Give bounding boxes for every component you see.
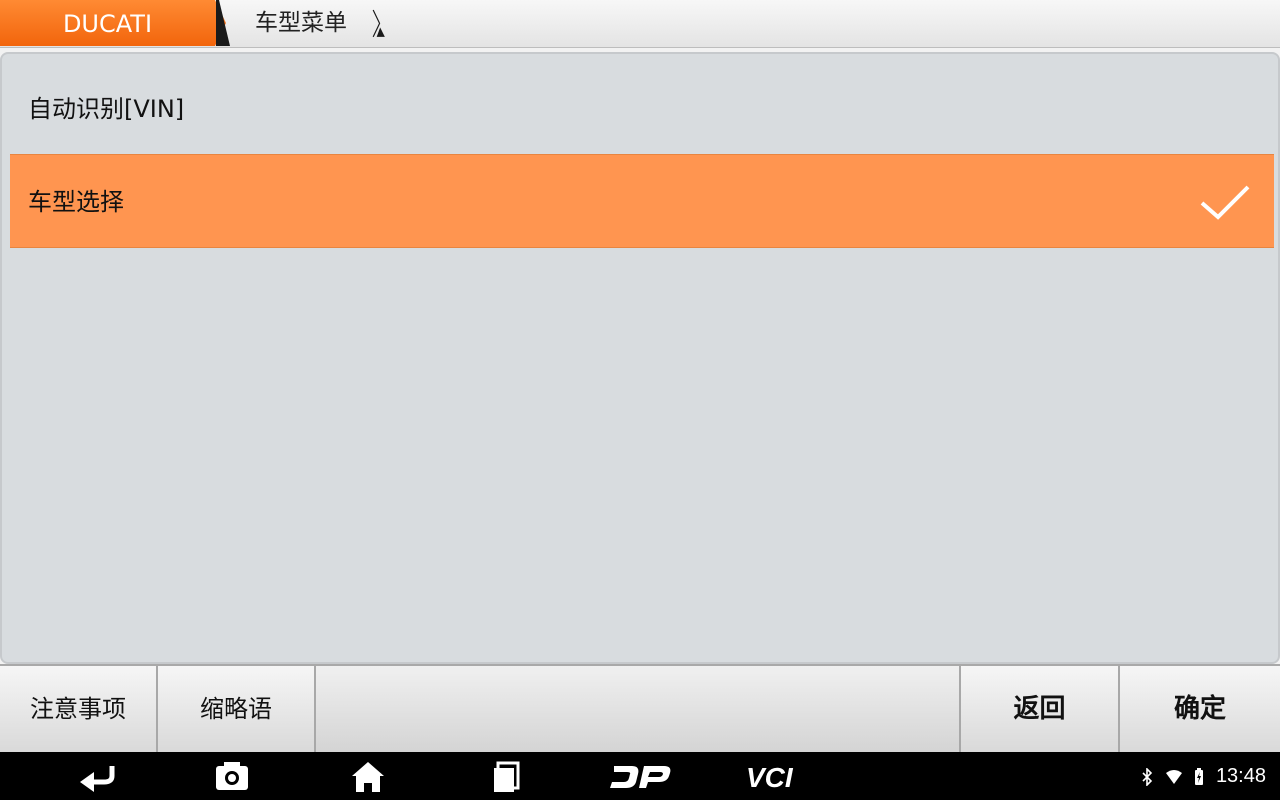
breadcrumb-separator-icon xyxy=(372,9,385,38)
notes-button[interactable]: 注意事项 xyxy=(0,666,158,752)
toolbar-spacer xyxy=(316,666,961,752)
checkmark-icon xyxy=(1200,185,1250,220)
breadcrumb-home-label: DUCATI xyxy=(62,10,153,38)
confirm-button[interactable]: 确定 xyxy=(1120,666,1280,752)
back-button[interactable]: 返回 xyxy=(961,666,1120,752)
list-item-auto-vin[interactable]: 自动识别[VIN] xyxy=(10,62,1274,156)
battery-icon xyxy=(1195,767,1204,785)
list-item-label: 自动识别[VIN] xyxy=(28,95,185,123)
bluetooth-icon xyxy=(1142,767,1153,786)
breadcrumb: DUCATI 车型菜单 xyxy=(0,0,1280,48)
abbreviations-button[interactable]: 缩略语 xyxy=(158,666,316,752)
list-item-model-select[interactable]: 车型选择 xyxy=(10,154,1274,248)
recents-icon[interactable] xyxy=(474,756,534,796)
status-time: 13:48 xyxy=(1215,765,1266,787)
back-icon[interactable] xyxy=(68,756,128,796)
vci-icon[interactable]: VCI xyxy=(742,756,812,796)
home-icon[interactable] xyxy=(338,756,398,796)
breadcrumb-current-label: 车型菜单 xyxy=(255,10,347,36)
status-area: 13:48 xyxy=(1141,752,1266,800)
breadcrumb-home-ducati[interactable]: DUCATI xyxy=(0,0,226,46)
bottom-toolbar: 注意事项 缩略语 返回 确定 xyxy=(0,664,1280,752)
breadcrumb-model-menu[interactable]: 车型菜单 xyxy=(226,0,386,46)
system-nav-bar: VCI 13:48 xyxy=(0,752,1280,800)
menu-list-panel: 自动识别[VIN] 车型选择 xyxy=(0,52,1280,664)
vci-label: VCI xyxy=(746,762,794,793)
camera-icon[interactable] xyxy=(202,756,262,796)
wifi-icon xyxy=(1165,769,1182,784)
dp-logo-icon[interactable] xyxy=(606,756,676,796)
list-item-label: 车型选择 xyxy=(28,188,124,216)
